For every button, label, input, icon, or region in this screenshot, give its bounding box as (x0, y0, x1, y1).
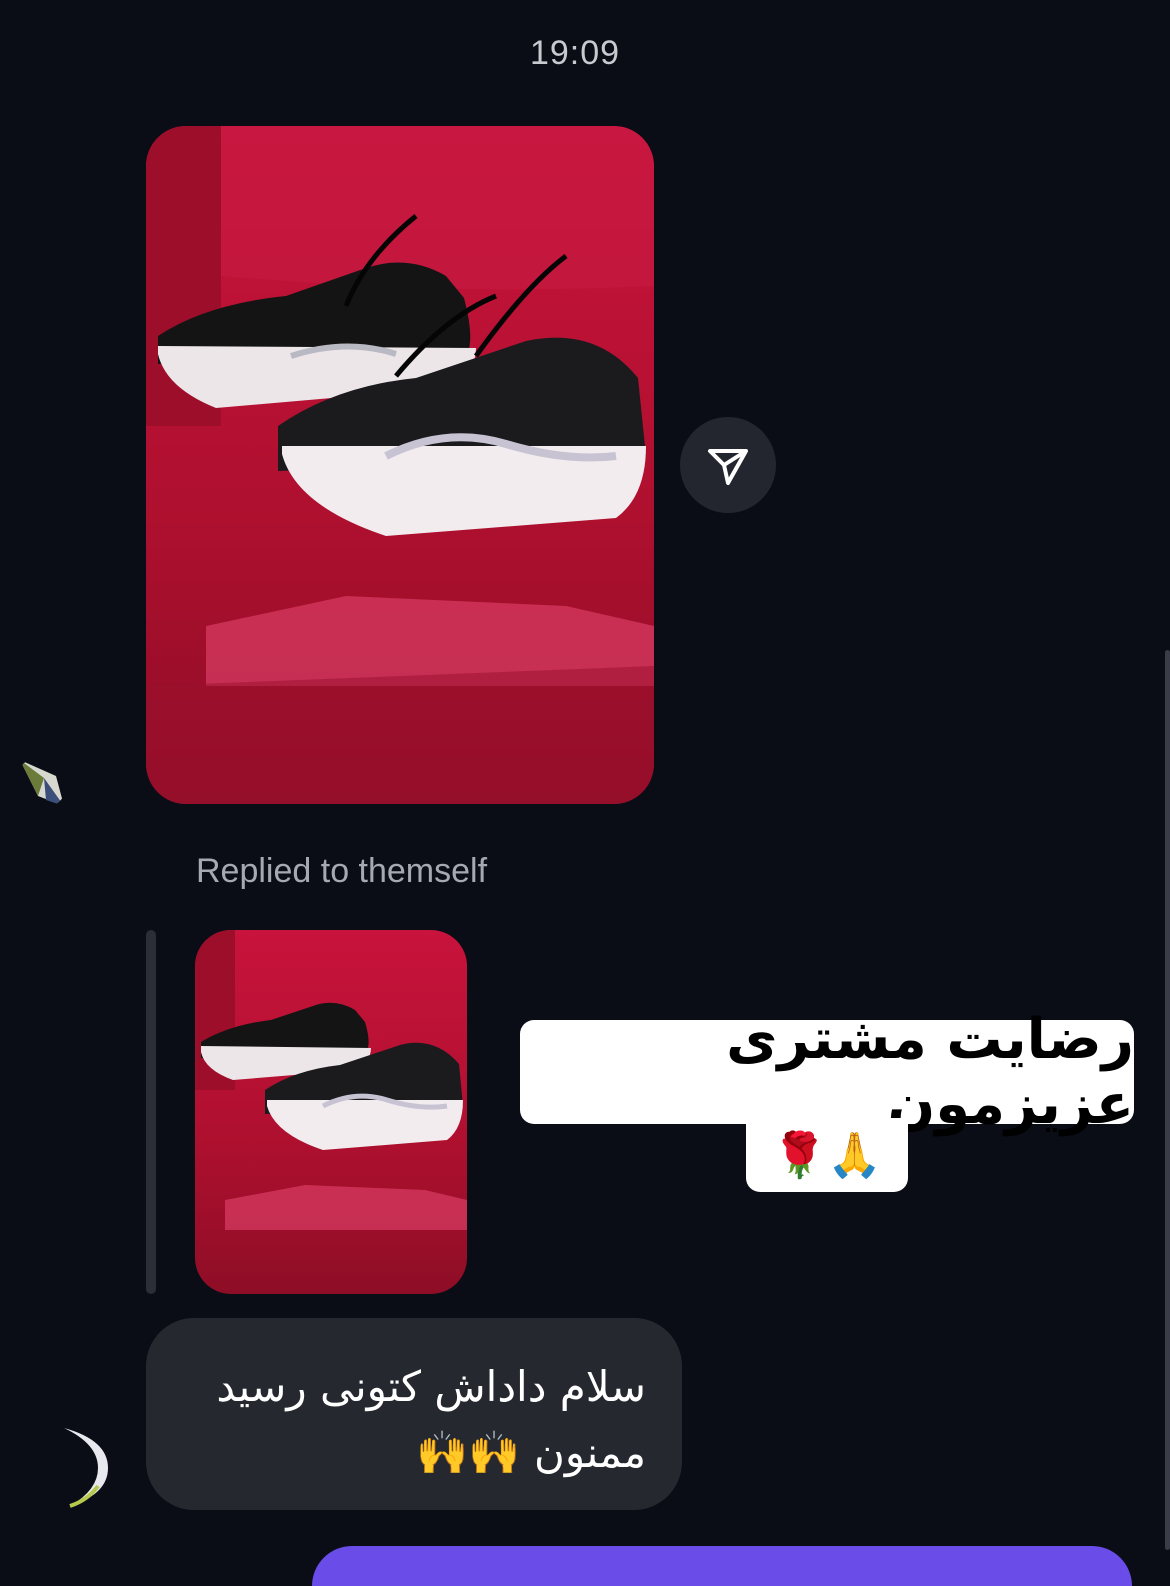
message-text: سلام داداش کتونی رسید ممنون 🙌🙌 (216, 1362, 646, 1477)
avatar[interactable] (44, 1420, 112, 1510)
sticker-emoji-text: 🌹🙏 (772, 1130, 882, 1181)
message-bubble[interactable]: سلام داداش کتونی رسید ممنون 🙌🙌 (146, 1318, 682, 1510)
reply-indicator-bar (146, 930, 156, 1294)
avatar[interactable] (16, 756, 68, 808)
message-composer[interactable] (312, 1546, 1132, 1586)
reply-shoe-photo[interactable] (195, 930, 467, 1294)
message-timestamp: 19:09 (529, 34, 621, 72)
scroll-indicator[interactable] (1165, 650, 1170, 1550)
replied-label: Replied to themself (196, 852, 488, 890)
share-button[interactable] (680, 417, 776, 513)
shoe-photo-message[interactable] (146, 126, 654, 804)
sticker-emoji-box: 🌹🙏 (746, 1118, 908, 1192)
sticker-caption: رضایت مشتری عزیزمون (520, 1007, 1134, 1137)
send-icon (708, 449, 748, 485)
